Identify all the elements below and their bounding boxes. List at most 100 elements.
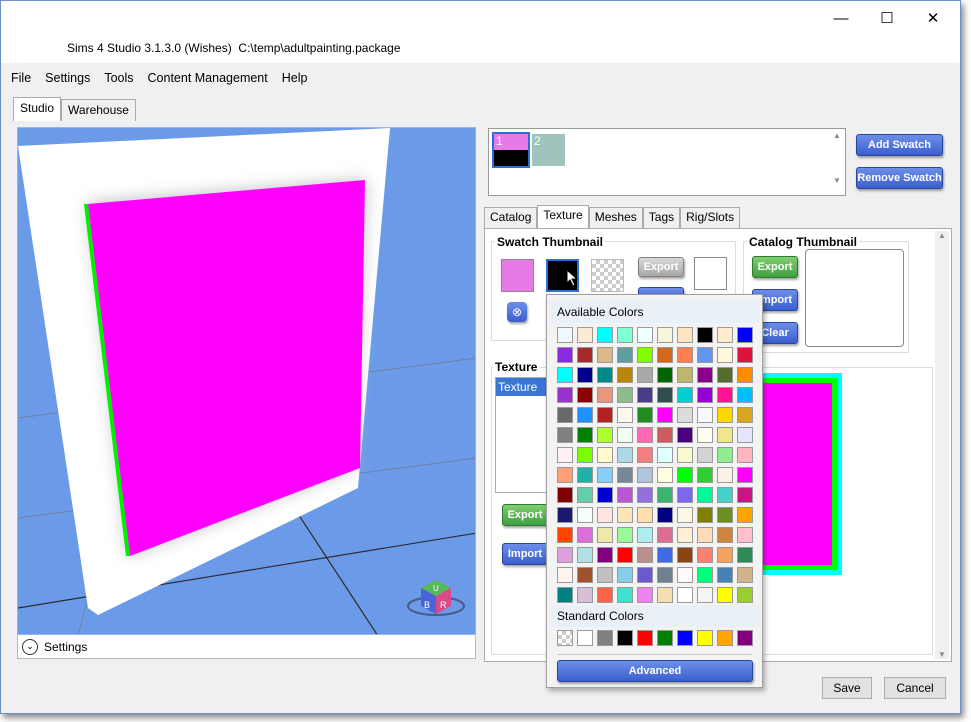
texture-list[interactable]: Texture [495, 377, 551, 493]
color-swatch[interactable] [597, 327, 613, 343]
color-swatch[interactable] [597, 367, 613, 383]
color-swatch[interactable] [597, 387, 613, 403]
color-swatch[interactable] [717, 487, 733, 503]
color-swatch[interactable] [697, 327, 713, 343]
menu-tools[interactable]: Tools [104, 71, 133, 85]
color-swatch[interactable] [577, 447, 593, 463]
color-swatch[interactable] [677, 347, 693, 363]
color-swatch[interactable] [657, 467, 673, 483]
color-swatch[interactable] [677, 327, 693, 343]
color-swatch[interactable] [617, 547, 633, 563]
color-swatch[interactable] [637, 427, 653, 443]
swatch-color-3[interactable] [591, 259, 624, 292]
color-swatch[interactable] [657, 407, 673, 423]
color-swatch[interactable] [677, 507, 693, 523]
color-swatch[interactable] [677, 527, 693, 543]
color-swatch[interactable] [637, 527, 653, 543]
tab-warehouse[interactable]: Warehouse [61, 99, 136, 121]
color-swatch[interactable] [737, 387, 753, 403]
texture-export-button[interactable]: Export [502, 504, 548, 526]
color-swatch[interactable] [597, 407, 613, 423]
cancel-button[interactable]: Cancel [884, 677, 946, 699]
color-swatch[interactable] [577, 487, 593, 503]
texture-import-button[interactable]: Import [502, 543, 548, 565]
color-swatch[interactable] [737, 547, 753, 563]
color-swatch[interactable] [697, 427, 713, 443]
color-swatch[interactable] [677, 587, 693, 603]
color-swatch[interactable] [577, 567, 593, 583]
color-swatch[interactable] [617, 507, 633, 523]
color-swatch[interactable] [717, 527, 733, 543]
color-swatch[interactable] [737, 427, 753, 443]
color-swatch[interactable] [697, 447, 713, 463]
color-swatch[interactable] [577, 407, 593, 423]
color-swatch[interactable] [697, 387, 713, 403]
close-button[interactable]: ✕ [910, 5, 956, 31]
color-swatch[interactable] [697, 367, 713, 383]
color-swatch[interactable] [717, 507, 733, 523]
color-swatch[interactable] [577, 347, 593, 363]
remove-color-icon[interactable]: ⊗ [507, 302, 527, 322]
color-swatch[interactable] [717, 567, 733, 583]
color-swatch[interactable] [657, 347, 673, 363]
color-swatch[interactable] [577, 547, 593, 563]
advanced-button[interactable]: Advanced [557, 660, 753, 682]
standard-color-swatch[interactable] [557, 630, 573, 646]
color-swatch[interactable] [557, 367, 573, 383]
color-swatch[interactable] [657, 587, 673, 603]
color-swatch[interactable] [657, 527, 673, 543]
color-swatch[interactable] [657, 507, 673, 523]
swatch-scrollbar[interactable]: ▲ ▼ [831, 131, 843, 193]
color-swatch[interactable] [697, 547, 713, 563]
color-swatch[interactable] [557, 567, 573, 583]
standard-color-swatch[interactable] [617, 630, 633, 646]
color-swatch[interactable] [737, 587, 753, 603]
color-swatch[interactable] [697, 487, 713, 503]
color-swatch[interactable] [577, 507, 593, 523]
color-swatch[interactable] [717, 367, 733, 383]
color-swatch[interactable] [717, 447, 733, 463]
color-swatch[interactable] [557, 587, 573, 603]
color-swatch[interactable] [737, 347, 753, 363]
remove-swatch-button[interactable]: Remove Swatch [856, 167, 943, 189]
standard-color-swatch[interactable] [697, 630, 713, 646]
color-swatch[interactable] [577, 327, 593, 343]
color-swatch[interactable] [737, 567, 753, 583]
tab-catalog[interactable]: Catalog [484, 207, 538, 228]
color-swatch[interactable] [677, 567, 693, 583]
color-swatch[interactable] [677, 367, 693, 383]
color-swatch[interactable] [597, 467, 613, 483]
tab-meshes[interactable]: Meshes [588, 207, 643, 228]
color-swatch[interactable] [557, 327, 573, 343]
color-swatch[interactable] [697, 527, 713, 543]
color-swatch[interactable] [597, 447, 613, 463]
color-swatch[interactable] [637, 547, 653, 563]
color-swatch[interactable] [617, 347, 633, 363]
standard-color-swatch[interactable] [637, 630, 653, 646]
color-swatch[interactable] [717, 427, 733, 443]
color-swatch[interactable] [577, 427, 593, 443]
color-swatch[interactable] [557, 407, 573, 423]
color-swatch[interactable] [597, 567, 613, 583]
color-swatch[interactable] [737, 447, 753, 463]
swatch-item-2[interactable]: 2 [532, 134, 565, 166]
color-swatch[interactable] [617, 487, 633, 503]
swatch-list[interactable]: 1 2 ▲ ▼ [488, 128, 846, 196]
color-swatch[interactable] [597, 547, 613, 563]
color-swatch[interactable] [577, 587, 593, 603]
color-swatch[interactable] [677, 487, 693, 503]
color-swatch[interactable] [577, 387, 593, 403]
swatch-color-2[interactable] [546, 259, 579, 292]
color-swatch[interactable] [717, 547, 733, 563]
color-swatch[interactable] [557, 487, 573, 503]
color-swatch[interactable] [597, 527, 613, 543]
color-swatch[interactable] [557, 467, 573, 483]
color-swatch[interactable] [657, 367, 673, 383]
standard-color-swatch[interactable] [597, 630, 613, 646]
color-swatch[interactable] [677, 427, 693, 443]
color-swatch[interactable] [737, 467, 753, 483]
swatch-item-1[interactable]: 1 [492, 132, 530, 168]
color-swatch[interactable] [617, 387, 633, 403]
viewport-settings-bar[interactable]: ⌄ Settings [17, 635, 476, 659]
color-swatch[interactable] [637, 327, 653, 343]
